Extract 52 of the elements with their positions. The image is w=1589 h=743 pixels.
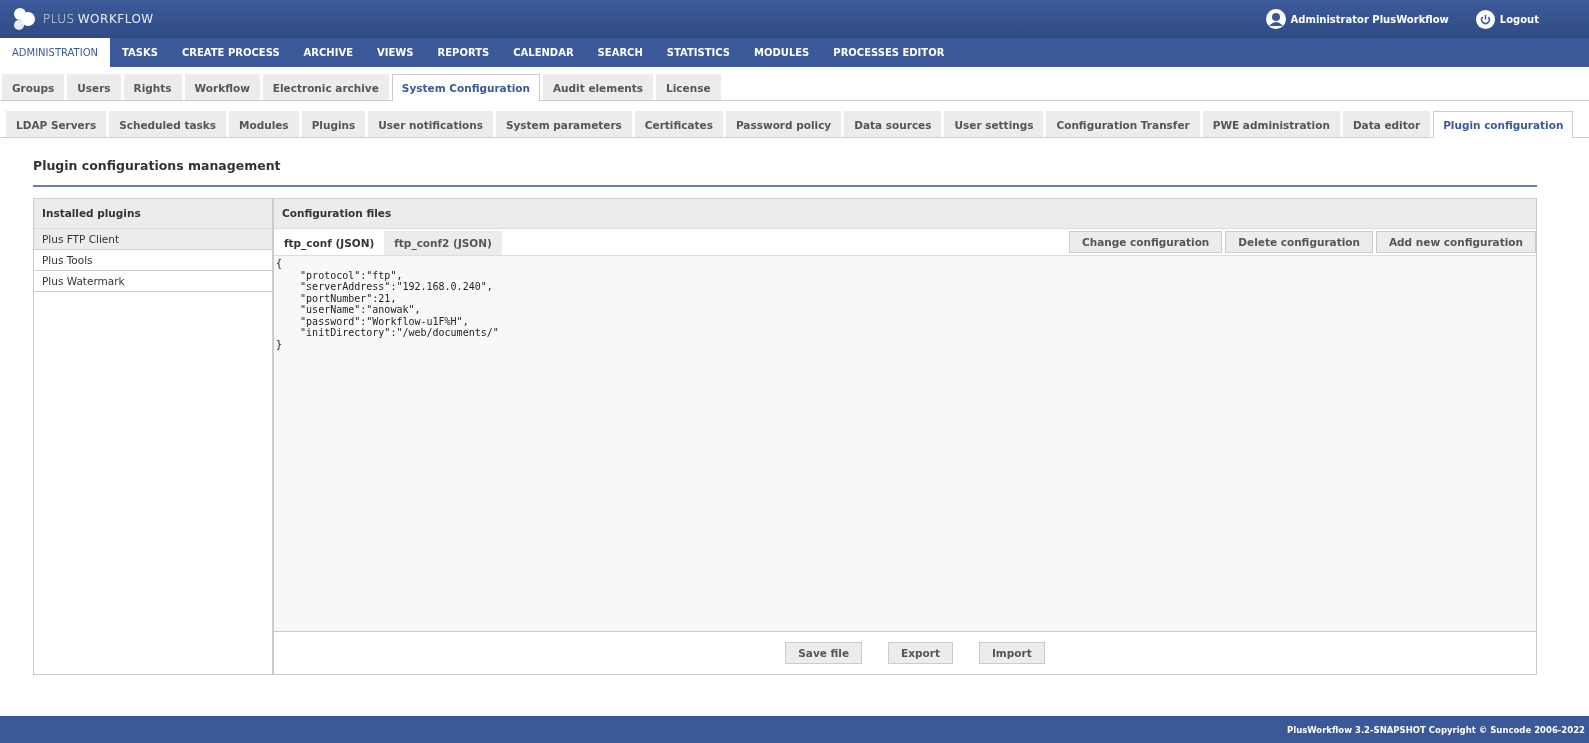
tab[interactable]: System Configuration: [391, 74, 540, 101]
tab[interactable]: Users: [67, 74, 121, 100]
main-menu-item[interactable]: STATISTICS: [654, 38, 743, 67]
tab[interactable]: Plugins: [301, 111, 366, 137]
main-menu-item[interactable]: TASKS: [110, 38, 170, 67]
tab[interactable]: Password policy: [725, 111, 842, 137]
plugin-list-item[interactable]: Plus FTP Client: [34, 229, 272, 250]
tab[interactable]: Audit elements: [543, 74, 654, 100]
tab[interactable]: License: [656, 74, 721, 100]
tab[interactable]: Electronic archive: [262, 74, 389, 100]
tab[interactable]: User notifications: [368, 111, 493, 137]
panel-heading: Configuration files: [274, 199, 1536, 229]
tab[interactable]: LDAP Servers: [6, 111, 107, 137]
power-icon[interactable]: [1475, 9, 1495, 29]
tab[interactable]: System parameters: [495, 111, 632, 137]
tab[interactable]: Data editor: [1342, 111, 1431, 137]
main-menu-item[interactable]: REPORTS: [425, 38, 502, 67]
page-title: Plugin configurations management: [33, 138, 1537, 187]
main-menu-item[interactable]: SEARCH: [585, 38, 655, 67]
main-menu-item[interactable]: ADMINISTRATION: [0, 38, 111, 67]
main-menu-item[interactable]: MODULES: [742, 38, 822, 67]
tab[interactable]: Rights: [123, 74, 182, 100]
tab[interactable]: Data sources: [844, 111, 942, 137]
main-menu-item[interactable]: VIEWS: [365, 38, 426, 67]
action-button[interactable]: Add new configuration: [1375, 231, 1536, 253]
tab[interactable]: Workflow: [184, 74, 260, 100]
logo-text: WORKFLOW: [77, 12, 154, 26]
tab[interactable]: Configuration Transfer: [1046, 111, 1200, 137]
copyright-text: PlusWorkflow 3.2-SNAPSHOT Copyright © Suncode 2006-2022: [1287, 724, 1585, 735]
main-menu-item[interactable]: CREATE PROCESS: [169, 38, 292, 67]
tab[interactable]: User settings: [944, 111, 1044, 137]
tab[interactable]: Modules: [229, 111, 299, 137]
tab[interactable]: Scheduled tasks: [109, 111, 226, 137]
code-editor[interactable]: { "protocol":"ftp", "serverAddress":"192.168.0.240", "portNumber":21, "userName":"anowak", "password":"Workflow-u1F%H", "initDirectory":"/web/documents/" }: [274, 256, 1536, 631]
logout-link[interactable]: Logout: [1499, 13, 1539, 25]
footer-button[interactable]: Export: [888, 642, 953, 664]
footer-button[interactable]: Save file: [785, 642, 863, 664]
tab[interactable]: Groups: [2, 74, 65, 100]
tab[interactable]: Plugin configuration: [1433, 111, 1574, 138]
file-tab[interactable]: ftp_conf2 (JSON): [384, 231, 502, 255]
action-button[interactable]: Change configuration: [1069, 231, 1223, 253]
tab[interactable]: PWE administration: [1202, 111, 1340, 137]
user-name[interactable]: Administrator PlusWorkflow: [1290, 13, 1449, 25]
footer-button[interactable]: Import: [978, 642, 1045, 664]
tab[interactable]: Certificates: [634, 111, 723, 137]
logo-text: PLUS: [43, 12, 75, 26]
main-menu-item[interactable]: CALENDAR: [501, 38, 586, 67]
user-avatar-icon: [1265, 9, 1286, 29]
main-menu-item[interactable]: ARCHIVE: [291, 38, 366, 67]
panel-heading: Installed plugins: [34, 199, 272, 229]
action-button[interactable]: Delete configuration: [1225, 231, 1373, 253]
main-menu-item[interactable]: PROCESSES EDITOR: [821, 38, 957, 67]
